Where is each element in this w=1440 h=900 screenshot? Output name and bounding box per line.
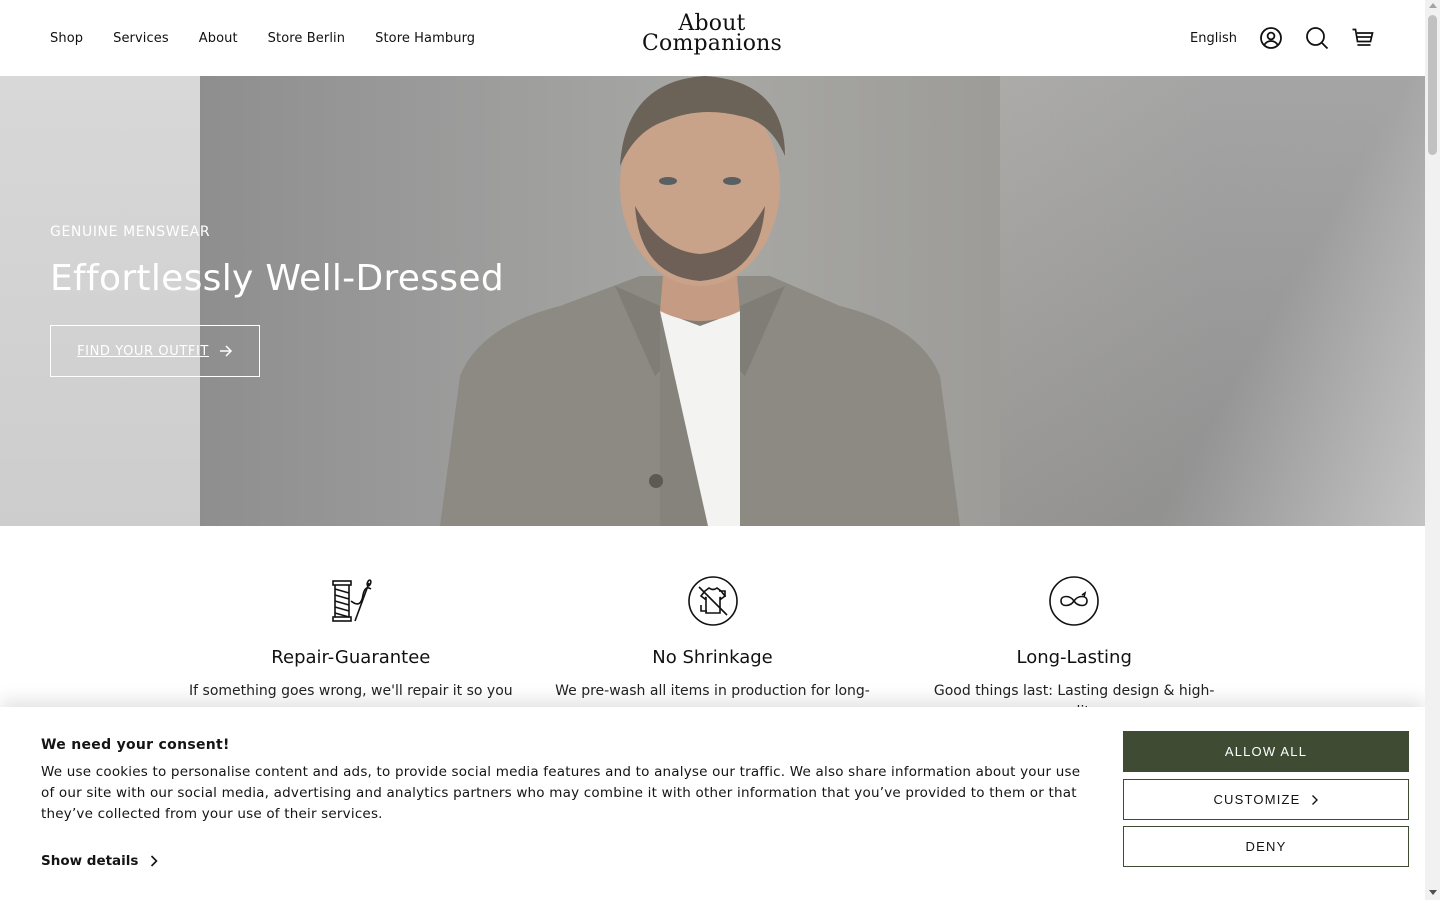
feature-list: Repair-Guarantee If something goes wrong… [170,575,1255,723]
scroll-up-arrow-icon[interactable] [1429,3,1437,8]
feature-no-shrinkage-title: No Shrinkage [652,647,773,668]
site-logo[interactable]: About Companions [640,13,784,56]
chevron-right-icon [151,855,159,867]
site-header: Shop Services About Store Berlin Store H… [0,0,1425,76]
hero-shadow [1000,76,1425,526]
feature-repair-title: Repair-Guarantee [271,647,431,668]
nav-shop[interactable]: Shop [50,31,83,46]
cookie-consent-banner: We need your consent! We use cookies to … [0,707,1425,900]
deny-label: DENY [1245,839,1287,854]
language-selector[interactable]: English [1190,31,1237,46]
consent-title: We need your consent! [41,737,230,753]
deny-button[interactable]: DENY [1123,826,1409,867]
main-nav: Shop Services About Store Berlin Store H… [50,0,475,76]
find-outfit-label: FIND YOUR OUTFIT [77,343,209,359]
nav-services[interactable]: Services [113,31,169,46]
arrow-right-icon [219,345,232,357]
customize-label: CUSTOMIZE [1213,792,1301,807]
nav-about[interactable]: About [199,31,238,46]
feature-no-shrinkage: No Shrinkage We pre-wash all items in pr… [532,575,894,723]
show-details-link[interactable]: Show details [41,853,159,869]
feature-long-lasting-title: Long-Lasting [1016,647,1132,668]
hero-title: Effortlessly Well-Dressed [50,258,504,299]
find-outfit-button[interactable]: FIND YOUR OUTFIT [50,325,260,377]
hero-banner: GENUINE MENSWEAR Effortlessly Well-Dress… [0,76,1425,526]
hero-model-image [440,76,960,526]
cart-icon[interactable] [1351,26,1375,50]
chevron-right-icon [1311,794,1318,805]
consent-text: We use cookies to personalise content an… [41,764,1081,822]
allow-all-button[interactable]: ALLOW ALL [1123,731,1409,772]
feature-repair-text: If something goes wrong, we'll repair it… [189,683,513,699]
nav-store-hamburg[interactable]: Store Hamburg [375,31,475,46]
page-scrollbar[interactable] [1425,0,1440,900]
hero-kicker: GENUINE MENSWEAR [50,224,211,240]
feature-repair: Repair-Guarantee If something goes wrong… [170,575,532,723]
search-icon[interactable] [1305,26,1329,50]
thread-needle-icon [332,579,372,622]
allow-all-label: ALLOW ALL [1224,744,1308,759]
scroll-down-arrow-icon[interactable] [1429,890,1437,895]
infinity-icon [1049,576,1099,626]
no-shrink-shirt-icon [687,576,738,626]
customize-button[interactable]: CUSTOMIZE [1123,779,1409,820]
scroll-thumb[interactable] [1428,15,1437,155]
show-details-label: Show details [41,853,139,869]
nav-store-berlin[interactable]: Store Berlin [268,31,345,46]
feature-no-shrinkage-text: We pre-wash all items in production for … [555,683,870,699]
hero-content: GENUINE MENSWEAR Effortlessly Well-Dress… [50,224,504,377]
header-actions: English [1190,0,1375,76]
account-icon[interactable] [1259,26,1283,50]
logo-line-2: Companions [641,31,783,56]
feature-long-lasting: Long-Lasting Good things last: Lasting d… [893,575,1255,723]
